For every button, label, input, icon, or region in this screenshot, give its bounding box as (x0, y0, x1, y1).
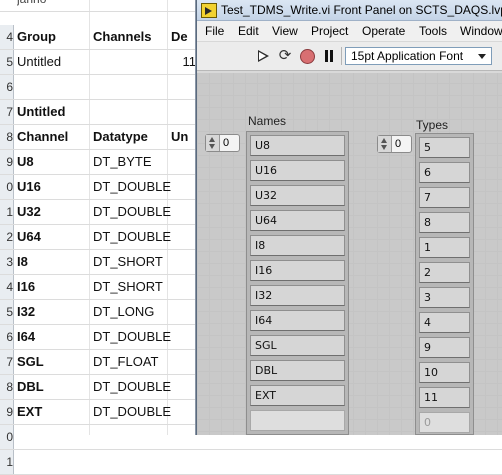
names-index-value: 0 (223, 137, 230, 149)
row-number[interactable]: 4 (0, 25, 14, 49)
cell-col-c[interactable] (171, 450, 201, 474)
types-array-label: Types (416, 118, 449, 132)
names-array-element[interactable]: I64 (250, 310, 345, 331)
row-number[interactable]: 5 (0, 300, 14, 324)
names-array-element[interactable]: U64 (250, 210, 345, 231)
cell-col-a[interactable]: U16 (17, 175, 89, 199)
types-array-element[interactable]: 2 (419, 262, 470, 283)
cell-col-a[interactable]: Untitled (17, 100, 89, 124)
cell-col-a[interactable]: I16 (17, 275, 89, 299)
menu-view[interactable]: View (272, 21, 298, 41)
menu-tools[interactable]: Tools (419, 21, 447, 41)
menu-bar: File Edit View Project Operate Tools Win… (197, 21, 502, 42)
cell-col-a[interactable] (17, 450, 89, 474)
names-array-element[interactable]: U8 (250, 135, 345, 156)
menu-project[interactable]: Project (311, 21, 348, 41)
cell-col-a[interactable]: Group (17, 25, 89, 49)
row-number[interactable]: 1 (0, 450, 14, 474)
row-number[interactable]: 5 (0, 50, 14, 74)
title-bar[interactable]: Test_TDMS_Write.vi Front Panel on SCTS_D… (197, 0, 502, 21)
menu-operate[interactable]: Operate (362, 21, 405, 41)
names-array-element[interactable]: I8 (250, 235, 345, 256)
sheet-row: 1 (0, 450, 502, 475)
names-array-element[interactable]: EXT (250, 385, 345, 406)
types-array-element[interactable]: 4 (419, 312, 470, 333)
cell-col-a[interactable]: U8 (17, 150, 89, 174)
cell-col-a[interactable]: Channel (17, 125, 89, 149)
labview-front-panel-window: Test_TDMS_Write.vi Front Panel on SCTS_D… (196, 0, 502, 435)
types-array-frame: 5 6 7 8 1 2 3 4 9 10 11 0 (415, 133, 474, 435)
font-select[interactable]: 15pt Application Font (345, 47, 492, 65)
pause-icon[interactable] (321, 48, 337, 64)
cell-col-a[interactable]: I8 (17, 250, 89, 274)
cell-col-a[interactable]: U64 (17, 225, 89, 249)
row-number[interactable]: 8 (0, 375, 14, 399)
types-array-element[interactable]: 9 (419, 337, 470, 358)
row-number[interactable]: 3 (0, 250, 14, 274)
cell-col-a[interactable]: SGL (17, 350, 89, 374)
types-array-element[interactable]: 7 (419, 187, 470, 208)
abort-icon[interactable] (299, 48, 315, 64)
row-number[interactable]: 2 (0, 225, 14, 249)
index-spinner-icon[interactable] (206, 135, 220, 151)
row-number[interactable]: 6 (0, 325, 14, 349)
types-array-element[interactable]: 8 (419, 212, 470, 233)
cell-partial[interactable]: jahno (17, 0, 89, 12)
vi-icon (201, 3, 217, 18)
row-number[interactable]: 7 (0, 100, 14, 124)
row-number[interactable]: 9 (0, 150, 14, 174)
cell-col-a[interactable] (17, 75, 89, 99)
types-array-element[interactable]: 1 (419, 237, 470, 258)
names-array-element[interactable]: DBL (250, 360, 345, 381)
row-number[interactable]: 0 (0, 175, 14, 199)
row-number[interactable]: 9 (0, 400, 14, 424)
cell-col-a[interactable]: Untitled (17, 50, 89, 74)
cell-col-a[interactable]: I32 (17, 300, 89, 324)
cell-col-a[interactable]: DBL (17, 375, 89, 399)
cell-col-a[interactable]: U32 (17, 200, 89, 224)
index-spinner-icon[interactable] (378, 136, 392, 152)
row-number[interactable]: 8 (0, 125, 14, 149)
types-array-element[interactable]: 10 (419, 362, 470, 383)
names-array-element[interactable]: I32 (250, 285, 345, 306)
menu-file[interactable]: File (205, 21, 224, 41)
names-array-element[interactable]: U32 (250, 185, 345, 206)
names-array-element[interactable] (250, 410, 345, 431)
types-array-element[interactable]: 11 (419, 387, 470, 408)
font-select-value: 15pt Application Font (351, 49, 464, 63)
types-index-value: 0 (395, 138, 402, 150)
menu-edit[interactable]: Edit (238, 21, 259, 41)
names-array-element[interactable]: SGL (250, 335, 345, 356)
names-index-display[interactable]: 0 (205, 134, 240, 152)
row-number[interactable]: 6 (0, 75, 14, 99)
cell-col-a[interactable]: EXT (17, 400, 89, 424)
toolbar-separator (341, 47, 342, 65)
names-array-label: Names (248, 114, 287, 128)
run-arrow-icon[interactable] (255, 48, 271, 64)
types-array-element[interactable]: 3 (419, 287, 470, 308)
row-number[interactable]: 7 (0, 350, 14, 374)
window-title: Test_TDMS_Write.vi Front Panel on SCTS_D… (221, 3, 502, 17)
cell-col-a[interactable]: I64 (17, 325, 89, 349)
row-number[interactable]: 4 (0, 275, 14, 299)
cell-col-a[interactable] (17, 425, 89, 449)
names-array-frame: U8 U16 U32 U64 I8 I16 I32 I64 SGL DBL EXT (246, 131, 349, 435)
toolbar: ⟳ 15pt Application Font (197, 42, 502, 71)
names-array-element[interactable]: U16 (250, 160, 345, 181)
chevron-down-icon (478, 54, 486, 59)
types-array-element[interactable]: 6 (419, 162, 470, 183)
names-array-element[interactable]: I16 (250, 260, 345, 281)
run-continuously-icon[interactable]: ⟳ (277, 48, 293, 64)
panel-edge (197, 71, 502, 73)
front-panel-canvas: Names 0 U8 U16 U32 U64 I8 I16 I32 I64 SGL DBL EXT … (197, 71, 502, 435)
menu-window[interactable]: Window (460, 21, 502, 41)
row-number[interactable]: 0 (0, 425, 14, 449)
types-index-display[interactable]: 0 (377, 135, 412, 153)
types-array-element[interactable]: 5 (419, 137, 470, 158)
types-array-element[interactable]: 0 (419, 412, 470, 433)
row-number[interactable]: 1 (0, 200, 14, 224)
